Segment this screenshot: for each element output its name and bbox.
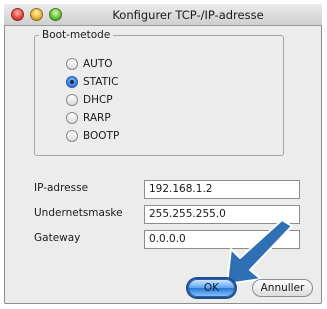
cancel-button[interactable]: Annuller [252, 279, 313, 297]
radio-option-bootp[interactable]: BOOTP [66, 129, 119, 144]
radio-button[interactable] [66, 112, 78, 125]
close-button[interactable] [11, 8, 24, 21]
radio-label: BOOTP [83, 130, 120, 143]
boot-method-legend: Boot-metode [39, 29, 114, 41]
radio-label: RARP [83, 112, 111, 125]
arrow-icon [226, 219, 293, 285]
radio-button-selected[interactable] [66, 75, 78, 88]
boot-method-options: AUTO STATIC DHCP RARP BOOTP [66, 56, 119, 147]
radio-option-static[interactable]: STATIC [66, 74, 119, 89]
radio-option-auto[interactable]: AUTO [66, 56, 119, 71]
subnet-mask-label: Undernetsmaske [34, 207, 123, 219]
radio-option-rarp[interactable]: RARP [66, 111, 119, 126]
minimize-button[interactable] [30, 8, 43, 21]
gateway-label: Gateway [34, 232, 81, 244]
radio-label: AUTO [83, 57, 113, 70]
ip-address-row: IP-adresse 192.168.1.2 [34, 180, 304, 199]
radio-button[interactable] [66, 93, 78, 106]
zoom-button[interactable] [49, 8, 62, 21]
radio-option-dhcp[interactable]: DHCP [66, 92, 119, 107]
title-bar[interactable]: Konfigurer TCP-/IP-adresse [4, 4, 322, 26]
ip-address-field[interactable]: 192.168.1.2 [144, 180, 300, 199]
radio-label: DHCP [83, 93, 113, 106]
radio-button[interactable] [66, 130, 78, 143]
radio-label: STATIC [83, 75, 119, 88]
window-title: Konfigurer TCP-/IP-adresse [112, 8, 264, 22]
ok-button[interactable]: OK [188, 279, 235, 297]
ip-address-label: IP-adresse [34, 182, 89, 194]
radio-button[interactable] [66, 57, 78, 70]
